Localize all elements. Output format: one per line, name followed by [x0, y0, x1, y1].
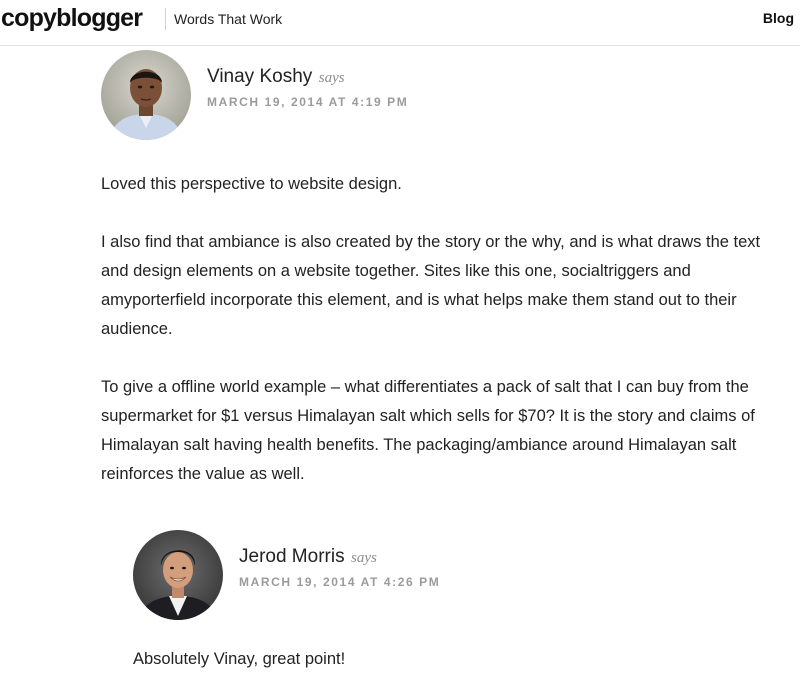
site-logo[interactable]: copyblogger [1, 4, 143, 32]
comment-header: Vinay Koshy says MARCH 19, 2014 AT 4:19 … [101, 50, 781, 140]
comment-body: Absolutely Vinay, great point! [133, 620, 783, 674]
comment-author: Jerod Morris [239, 546, 345, 567]
comment-date-link[interactable]: MARCH 19, 2014 AT 4:19 PM [207, 94, 408, 110]
site-header: copyblogger Words That Work Blog [0, 0, 800, 46]
avatar-photo [101, 50, 191, 140]
comment-header: Jerod Morris says MARCH 19, 2014 AT 4:26… [133, 530, 783, 620]
comment-reply: Jerod Morris says MARCH 19, 2014 AT 4:26… [133, 530, 783, 674]
comment-paragraph: I also find that ambiance is also create… [101, 233, 761, 338]
avatar-photo [133, 530, 223, 620]
comment-date-link[interactable]: MARCH 19, 2014 AT 4:26 PM [239, 574, 440, 590]
site-tagline: Words That Work [174, 11, 283, 27]
author-line: Vinay Koshy says [207, 65, 345, 90]
comment-body: Loved this perspective to website design… [101, 140, 781, 489]
says-label: says [351, 550, 377, 566]
header-divider [165, 8, 166, 30]
comment-paragraph: Loved this perspective to website design… [101, 175, 402, 193]
avatar [133, 530, 223, 620]
avatar [101, 50, 191, 140]
comment-paragraph: To give a offline world example – what d… [101, 378, 755, 483]
nav-blog-link[interactable]: Blog [763, 9, 794, 27]
comment-paragraph: Absolutely Vinay, great point! [133, 650, 346, 668]
comment: Vinay Koshy says MARCH 19, 2014 AT 4:19 … [101, 50, 781, 489]
comment-author: Vinay Koshy [207, 66, 313, 87]
author-line: Jerod Morris says [239, 545, 377, 570]
page: copyblogger Words That Work Blog Vinay K… [0, 0, 800, 677]
says-label: says [318, 70, 345, 86]
